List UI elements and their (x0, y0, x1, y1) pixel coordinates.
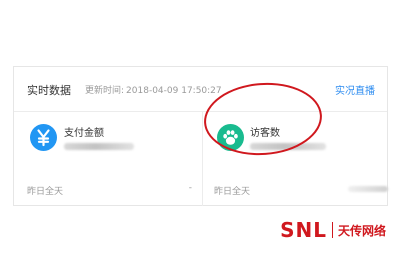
panel-header: 实时数据 更新时间: 2018-04-09 17:50:27 实况直播 (14, 67, 387, 112)
yesterday-label: 昨日全天 (27, 187, 64, 197)
update-time-value: 2018-04-09 17:50:27 (126, 86, 222, 96)
watermark-latin: SNL (280, 218, 327, 242)
snl-watermark-logo: SNL 天传网络 (280, 218, 386, 242)
update-time: 更新时间: 2018-04-09 17:50:27 (85, 83, 224, 96)
paw-icon (217, 124, 244, 151)
watermark-divider (331, 222, 333, 238)
update-time-label: 更新时间: (85, 86, 125, 96)
yen-icon (30, 124, 57, 151)
visitors-card[interactable]: 访客数 昨日全天 (203, 112, 388, 206)
realtime-data-panel: 实时数据 更新时间: 2018-04-09 17:50:27 实况直播 支付金额… (13, 66, 388, 206)
card-label: 访客数 (250, 128, 280, 139)
yesterday-label: 昨日全天 (214, 187, 251, 197)
panel-title: 实时数据 (27, 84, 71, 97)
card-label: 支付金额 (64, 128, 104, 139)
payment-amount-card[interactable]: 支付金额 昨日全天 - (14, 112, 203, 206)
live-broadcast-link[interactable]: 实况直播 (335, 82, 375, 97)
yesterday-value: - (188, 183, 192, 193)
watermark-cjk: 天传网络 (337, 223, 386, 238)
blurred-yesterday-value (348, 186, 388, 192)
page: 实时数据 更新时间: 2018-04-09 17:50:27 实况直播 支付金额… (0, 0, 400, 270)
blurred-value (250, 143, 326, 150)
blurred-value (64, 143, 134, 150)
